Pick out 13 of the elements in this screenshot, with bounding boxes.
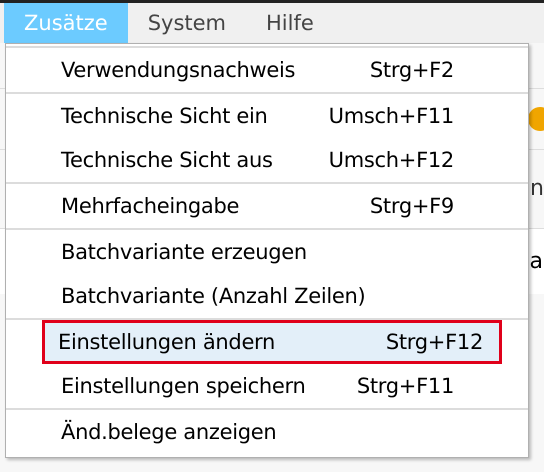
menu-item[interactable]: Verwendungsnachweis Strg+F2 [6, 48, 503, 92]
label-fragment: n [530, 178, 544, 200]
menu-item[interactable]: Einstellungen speichern Strg+F11 [6, 364, 503, 408]
menubar-item[interactable]: System [128, 3, 246, 43]
menu-item[interactable]: Technische Sicht ein Umsch+F11 [6, 94, 503, 138]
menu-item[interactable]: Batchvariante erzeugen [6, 230, 503, 274]
menu-item[interactable]: Batchvariante (Anzahl Zeilen) [6, 274, 503, 318]
menu-item[interactable]: Mehrfacheingabe Strg+F9 [6, 184, 503, 228]
menu-item[interactable]: Einstellungen ändern Strg+F12 [42, 320, 502, 364]
text-fragment: a [530, 250, 543, 272]
menubar-item[interactable]: Hilfe [246, 3, 334, 43]
menu-item[interactable]: Änd.belege anzeigen [6, 410, 503, 454]
menu-item[interactable]: Technische Sicht aus Umsch+F12 [6, 138, 503, 182]
